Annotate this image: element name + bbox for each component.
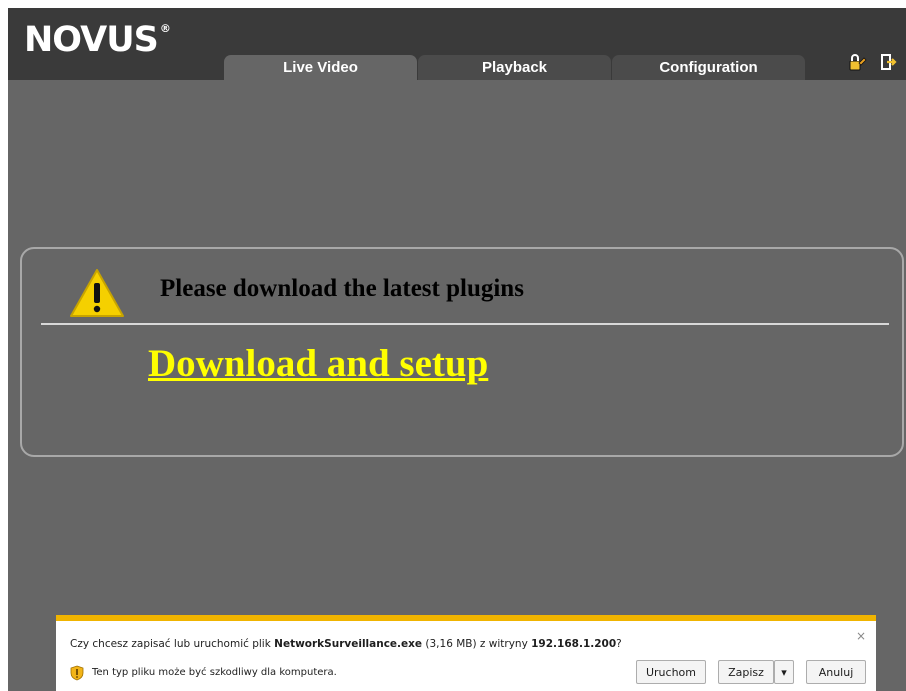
question-size: (3,16 MB) z witryny (422, 638, 532, 650)
site-address: 192.168.1.200 (531, 638, 617, 650)
plugin-notice-panel: Please download the latest plugins Downl… (20, 247, 904, 457)
tab-label: Playback (481, 59, 548, 76)
file-name: NetworkSurveillance.exe (274, 638, 423, 650)
divider (41, 323, 889, 325)
save-options-dropdown[interactable]: ▾ (774, 660, 794, 684)
logout-icon[interactable] (878, 51, 900, 73)
warning-icon (70, 269, 124, 317)
tab-label: Configuration (659, 59, 758, 76)
logo-text: NOVUS (24, 20, 159, 60)
question-prefix: Czy chcesz zapisać lub uruchomić plik (70, 638, 275, 650)
tab-configuration[interactable]: Configuration (612, 55, 805, 80)
question-suffix: ? (616, 638, 622, 650)
novus-logo: NOVUS ® (24, 18, 171, 62)
download-question: Czy chcesz zapisać lub uruchomić plik Ne… (70, 638, 622, 650)
app-window: NOVUS ® Live Video Playback Configuratio… (8, 8, 906, 691)
tab-playback[interactable]: Playback (418, 55, 611, 80)
registered-mark: ® (159, 22, 171, 35)
tab-live-video[interactable]: Live Video (224, 55, 417, 80)
save-button[interactable]: Zapisz (718, 660, 774, 684)
lock-user-icon[interactable] (846, 51, 868, 73)
download-warning: Ten typ pliku może być szkodliwy dla kom… (92, 667, 337, 678)
tab-label: Live Video (283, 59, 358, 76)
download-notification-bar: Czy chcesz zapisać lub uruchomić plik Ne… (56, 615, 876, 691)
close-icon[interactable]: × (856, 629, 866, 643)
run-button[interactable]: Uruchom (636, 660, 706, 684)
download-setup-link[interactable]: Download and setup (148, 341, 488, 386)
shield-warning-icon (70, 665, 84, 681)
plugin-message: Please download the latest plugins (160, 275, 524, 302)
cancel-button[interactable]: Anuluj (806, 660, 866, 684)
top-bar: NOVUS ® Live Video Playback Configuratio… (8, 8, 906, 80)
